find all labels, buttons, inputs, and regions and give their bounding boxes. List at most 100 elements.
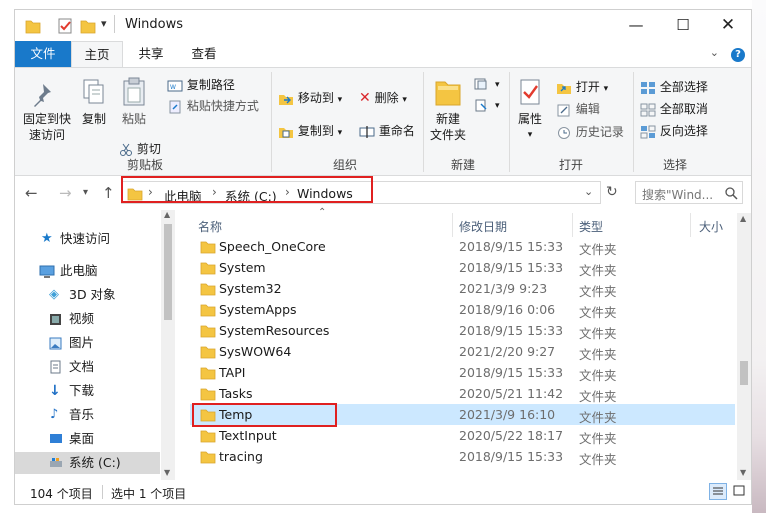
details-view-button[interactable] <box>709 483 727 500</box>
select-all-icon <box>641 81 655 94</box>
maximize-button[interactable]: ☐ <box>660 10 706 41</box>
nav-desktop[interactable]: 桌面 <box>15 428 160 450</box>
file-row[interactable]: Speech_OneCore 2018/9/15 15:33 文件夹 <box>190 236 735 257</box>
nav-this-pc[interactable]: 此电脑 <box>15 260 160 282</box>
column-date[interactable]: 修改日期 <box>459 218 507 235</box>
select-all-button[interactable]: 全部选择 <box>640 78 708 95</box>
select-none-button[interactable]: 全部取消 <box>640 100 708 117</box>
file-row[interactable]: System32 2021/3/9 9:23 文件夹 <box>190 278 735 299</box>
documents-icon <box>50 360 61 374</box>
status-bar: 104 个项目 选中 1 个项目 <box>15 480 751 504</box>
properties-quick-icon[interactable] <box>57 17 73 35</box>
tab-share[interactable]: 共享 <box>128 41 174 67</box>
up-button[interactable]: ↑ <box>102 184 115 202</box>
column-name[interactable]: 名称 <box>198 218 222 235</box>
move-to-button[interactable]: 移动到 ▾ <box>278 89 342 106</box>
file-type: 文件夹 <box>579 410 617 425</box>
file-row[interactable]: SysWOW64 2021/2/20 9:27 文件夹 <box>190 341 735 362</box>
star-icon: ★ <box>41 231 53 246</box>
column-size[interactable]: 大小 <box>699 218 723 235</box>
file-row[interactable]: System 2018/9/15 15:33 文件夹 <box>190 257 735 278</box>
paste-shortcut-button[interactable]: 粘贴快捷方式 <box>167 97 259 114</box>
clipboard-group-label: 剪贴板 <box>126 158 163 172</box>
folder-icon <box>200 283 216 296</box>
edit-button[interactable]: 编辑 <box>556 100 600 117</box>
column-type[interactable]: 类型 <box>579 218 603 235</box>
open-button[interactable]: 打开 ▾ <box>556 78 608 95</box>
forward-button[interactable]: → <box>59 184 72 202</box>
open-group-label: 打开 <box>558 158 583 172</box>
copy-button[interactable]: 复制 <box>77 76 111 127</box>
download-icon: ↓ <box>49 383 61 399</box>
copy-to-button[interactable]: 复制到 ▾ <box>278 122 342 139</box>
back-button[interactable]: ← <box>25 184 38 202</box>
address-dropdown-icon[interactable]: ⌄ <box>584 185 593 198</box>
nav-scrollbar-thumb[interactable] <box>164 224 172 320</box>
nav-pictures[interactable]: 图片 <box>15 332 160 354</box>
file-row[interactable]: SystemResources 2018/9/15 15:33 文件夹 <box>190 320 735 341</box>
refresh-icon[interactable]: ↻ <box>606 184 618 200</box>
tiles-view-button[interactable] <box>731 483 749 500</box>
folder-icon <box>200 451 216 464</box>
search-box[interactable]: 搜索"Wind... <box>635 181 743 204</box>
invert-selection-button[interactable]: 反向选择 <box>640 122 708 139</box>
temp-highlight-box <box>192 403 337 427</box>
file-row[interactable]: TextInput 2020/5/22 18:17 文件夹 <box>190 425 735 446</box>
file-row[interactable]: SystemApps 2018/9/16 0:06 文件夹 <box>190 299 735 320</box>
folder-icon <box>200 262 216 275</box>
new-folder-button[interactable]: 新建 文件夹 <box>427 76 469 143</box>
history-button[interactable]: 历史记录 <box>556 123 624 140</box>
file-list-scrollbar-thumb[interactable] <box>740 361 748 385</box>
selection-count: 选中 1 个项目 <box>111 487 187 501</box>
file-type: 文件夹 <box>579 326 617 341</box>
nav-downloads[interactable]: ↓ 下载 <box>15 380 160 402</box>
nav-drive-c[interactable]: 系统 (C:) <box>15 452 160 474</box>
easy-access-button[interactable]: ▾ <box>473 97 500 112</box>
file-date: 2021/2/20 9:27 <box>459 344 556 359</box>
file-row[interactable]: TAPI 2018/9/15 15:33 文件夹 <box>190 362 735 383</box>
file-type: 文件夹 <box>579 263 617 278</box>
rename-button[interactable]: 重命名 <box>359 122 415 139</box>
clipboard-icon <box>123 77 145 106</box>
close-button[interactable]: ✕ <box>705 10 751 41</box>
pin-quick-access-button[interactable]: 固定到快 速访问 <box>21 76 73 143</box>
file-row[interactable]: Tasks 2020/5/21 11:42 文件夹 <box>190 383 735 404</box>
minimize-button[interactable]: — <box>613 10 659 41</box>
folder-icon <box>200 304 216 317</box>
tab-home[interactable]: 主页 <box>71 41 123 68</box>
new-group-label: 新建 <box>450 158 475 172</box>
nav-quick-access[interactable]: ★ 快速访问 <box>15 228 160 250</box>
ribbon-collapse-icon[interactable]: ⌄ <box>710 46 719 59</box>
sort-ascending-icon: ⌃ <box>318 207 327 218</box>
folder-icon <box>200 346 216 359</box>
paste-button[interactable]: 粘贴 <box>117 76 151 127</box>
nav-music[interactable]: ♪ 音乐 <box>15 404 160 426</box>
file-type: 文件夹 <box>579 431 617 446</box>
file-type: 文件夹 <box>579 242 617 257</box>
cut-button[interactable]: 剪切 <box>119 140 161 157</box>
nav-scrollbar[interactable]: ▲ ▼ <box>161 210 175 480</box>
file-list-scrollbar[interactable]: ▲ ▼ <box>737 213 751 480</box>
properties-button[interactable]: 属性 ▾ <box>513 76 547 143</box>
recent-locations-icon[interactable]: ▾ <box>83 187 88 198</box>
large-icons-view-icon <box>733 485 745 496</box>
file-name: SystemResources <box>219 323 330 338</box>
tab-view[interactable]: 查看 <box>181 41 227 67</box>
folder-icon <box>200 241 216 254</box>
delete-button[interactable]: ✕ 删除 ▾ <box>359 89 407 106</box>
tab-file[interactable]: 文件 <box>15 41 71 67</box>
new-item-button[interactable]: ▾ <box>473 76 500 91</box>
copy-path-button[interactable]: W 复制路径 <box>167 76 235 93</box>
qat-dropdown-icon[interactable]: ▾ <box>101 17 107 30</box>
nav-3d-objects[interactable]: ◈ 3D 对象 <box>15 284 160 306</box>
organize-group-label: 组织 <box>332 158 357 172</box>
nav-documents[interactable]: 文档 <box>15 356 160 378</box>
file-row[interactable]: tracing 2018/9/15 15:33 文件夹 <box>190 446 735 467</box>
new-folder-quick-icon[interactable] <box>80 17 96 35</box>
cube-icon: ◈ <box>49 287 59 302</box>
help-icon[interactable]: ? <box>731 48 745 62</box>
music-icon: ♪ <box>50 407 59 422</box>
file-date: 2018/9/15 15:33 <box>459 239 564 254</box>
nav-videos[interactable]: 视频 <box>15 308 160 330</box>
rename-icon <box>359 125 375 138</box>
